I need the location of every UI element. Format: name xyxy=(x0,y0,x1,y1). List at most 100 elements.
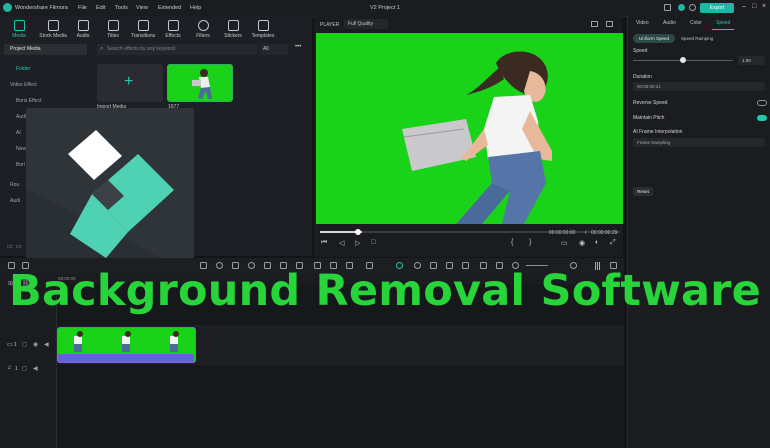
sidebar-item-video-effect[interactable]: Video Effect xyxy=(4,80,87,91)
menu-extended[interactable]: Extended xyxy=(158,5,181,11)
title-bar: Wondershare Filmora File Edit Tools View… xyxy=(0,0,770,17)
player-header: PLAYER Full Quality xyxy=(316,18,620,31)
maintain-pitch-toggle[interactable] xyxy=(757,115,767,121)
tab-speed[interactable]: Speed xyxy=(716,20,730,26)
sidebar-item-folder[interactable]: Folder xyxy=(4,64,87,75)
prev-frame-icon[interactable]: ⏮ xyxy=(321,239,327,247)
tab-titles[interactable]: Titles xyxy=(96,20,130,39)
tab-indicator xyxy=(712,29,734,30)
reverse-speed-toggle[interactable] xyxy=(757,100,767,106)
time-current: 00:00:00:00 xyxy=(549,230,576,236)
sidebar-item-boris-effect[interactable]: Boris Effect xyxy=(4,96,87,107)
audio-lock-icon[interactable]: ◻ xyxy=(22,365,27,372)
minimize-icon[interactable]: – xyxy=(742,3,746,10)
lock-icon[interactable]: ◻ xyxy=(22,341,27,348)
sidebar-item-project-media[interactable]: Project Media xyxy=(4,44,87,55)
speed-label: Speed xyxy=(633,48,648,54)
export-button[interactable]: Export xyxy=(700,3,734,13)
project-title: V2 Project 1 xyxy=(370,5,400,11)
tab-audio-props[interactable]: Audio xyxy=(663,20,676,26)
runner-figure-icon xyxy=(316,33,623,224)
audio-speaker-icon[interactable]: ◀ xyxy=(33,365,38,372)
folder-icon[interactable]: ▭ xyxy=(16,243,22,250)
menu-help[interactable]: Help xyxy=(190,5,201,11)
video-track-icon: ▭ xyxy=(7,342,13,348)
speed-slider-handle[interactable] xyxy=(680,57,686,63)
tab-media[interactable]: Media xyxy=(2,20,36,39)
tab-stock-media[interactable]: Stock Media xyxy=(36,20,70,39)
rewind-icon[interactable]: ◁ xyxy=(339,239,344,247)
tab-color[interactable]: Color xyxy=(690,20,702,26)
tab-filters[interactable]: Filters xyxy=(186,20,220,39)
tab-templates[interactable]: Templates xyxy=(246,20,280,39)
search-input[interactable]: Search effects by any keyword xyxy=(97,44,257,55)
speaker-icon[interactable]: ◀ xyxy=(44,341,49,348)
search-icon: ⌕ xyxy=(100,46,104,52)
duration-label: Duration xyxy=(633,74,652,80)
progress-handle[interactable] xyxy=(355,229,361,235)
video-preview[interactable] xyxy=(316,33,623,224)
filmora-logo-card xyxy=(26,108,194,275)
effects-icon xyxy=(167,20,179,31)
filter-select[interactable]: All xyxy=(260,44,288,55)
properties-panel xyxy=(627,16,770,448)
timeline-clip[interactable] xyxy=(57,327,196,363)
media-clip-thumbnail[interactable] xyxy=(167,64,233,102)
quality-select[interactable]: Full Quality xyxy=(344,19,388,29)
menu-tools[interactable]: Tools xyxy=(115,5,128,11)
mark-in-icon[interactable]: { xyxy=(511,239,513,246)
camera-icon[interactable]: ◉ xyxy=(579,239,585,247)
audio-track-number: 1 xyxy=(15,366,18,372)
notification-icon[interactable] xyxy=(689,4,696,11)
reverse-speed-label: Reverse Speed xyxy=(633,100,668,106)
monitor-icon[interactable]: ▭ xyxy=(561,239,568,247)
volume-icon[interactable]: ◐ xyxy=(595,239,599,246)
plus-icon: + xyxy=(124,73,134,90)
mark-out-icon[interactable]: } xyxy=(529,239,531,246)
tab-stickers[interactable]: Stickers xyxy=(216,20,250,39)
menu-edit[interactable]: Edit xyxy=(96,5,105,11)
display-icon[interactable] xyxy=(606,21,613,27)
media-icon xyxy=(13,20,25,31)
frame-interpolation-select[interactable]: Frame Sampling xyxy=(633,138,765,147)
play-icon[interactable]: ▷ xyxy=(355,239,360,247)
import-media-button[interactable]: + xyxy=(97,64,163,102)
more-icon[interactable]: ••• xyxy=(295,44,301,50)
headline-text: Background Removal Software xyxy=(8,266,762,316)
stop-icon[interactable]: □ xyxy=(371,239,375,246)
screenshot-icon[interactable] xyxy=(591,21,598,27)
speed-ramping-tab[interactable]: Speed Ramping xyxy=(681,36,713,41)
eye-icon[interactable]: ◉ xyxy=(33,341,38,348)
close-icon[interactable]: × xyxy=(762,3,766,10)
time-total: 00:00:00:29 xyxy=(591,230,618,236)
runner-thumbnail-icon xyxy=(192,69,212,99)
tab-audio[interactable]: Audio xyxy=(66,20,100,39)
filmora-logo-icon xyxy=(3,3,12,12)
filmora-logo-icon xyxy=(26,108,194,275)
filter-icon xyxy=(197,20,209,31)
cloud-icon[interactable] xyxy=(664,4,671,11)
sticker-icon xyxy=(227,20,239,31)
tab-transitions[interactable]: Transitions xyxy=(126,20,160,39)
fullscreen-icon[interactable]: ⤢ xyxy=(610,239,616,247)
avatar[interactable] xyxy=(678,4,685,11)
uniform-speed-tab[interactable]: Uniform Speed xyxy=(633,34,675,43)
tab-video[interactable]: Video xyxy=(636,20,649,26)
music-icon xyxy=(77,20,89,31)
cloud-icon xyxy=(47,20,59,31)
new-folder-icon[interactable]: ▭ xyxy=(7,243,13,250)
app-name: Wondershare Filmora xyxy=(15,5,68,11)
speed-value-input[interactable]: 1.00 xyxy=(738,56,765,65)
video-track-number: 1 xyxy=(14,342,17,348)
player-label: PLAYER xyxy=(320,22,340,28)
tab-effects[interactable]: Effects xyxy=(156,20,190,39)
clip-frames-icon xyxy=(58,328,194,362)
duration-input[interactable]: 00:00:00:21 xyxy=(633,82,765,91)
reset-button[interactable]: Reset xyxy=(633,187,653,196)
audio-track-icon: ♫ xyxy=(7,365,12,371)
title-icon xyxy=(107,20,119,31)
menu-view[interactable]: View xyxy=(136,5,148,11)
menu-file[interactable]: File xyxy=(78,5,87,11)
maximize-icon[interactable]: □ xyxy=(752,3,756,10)
template-icon xyxy=(257,20,269,31)
